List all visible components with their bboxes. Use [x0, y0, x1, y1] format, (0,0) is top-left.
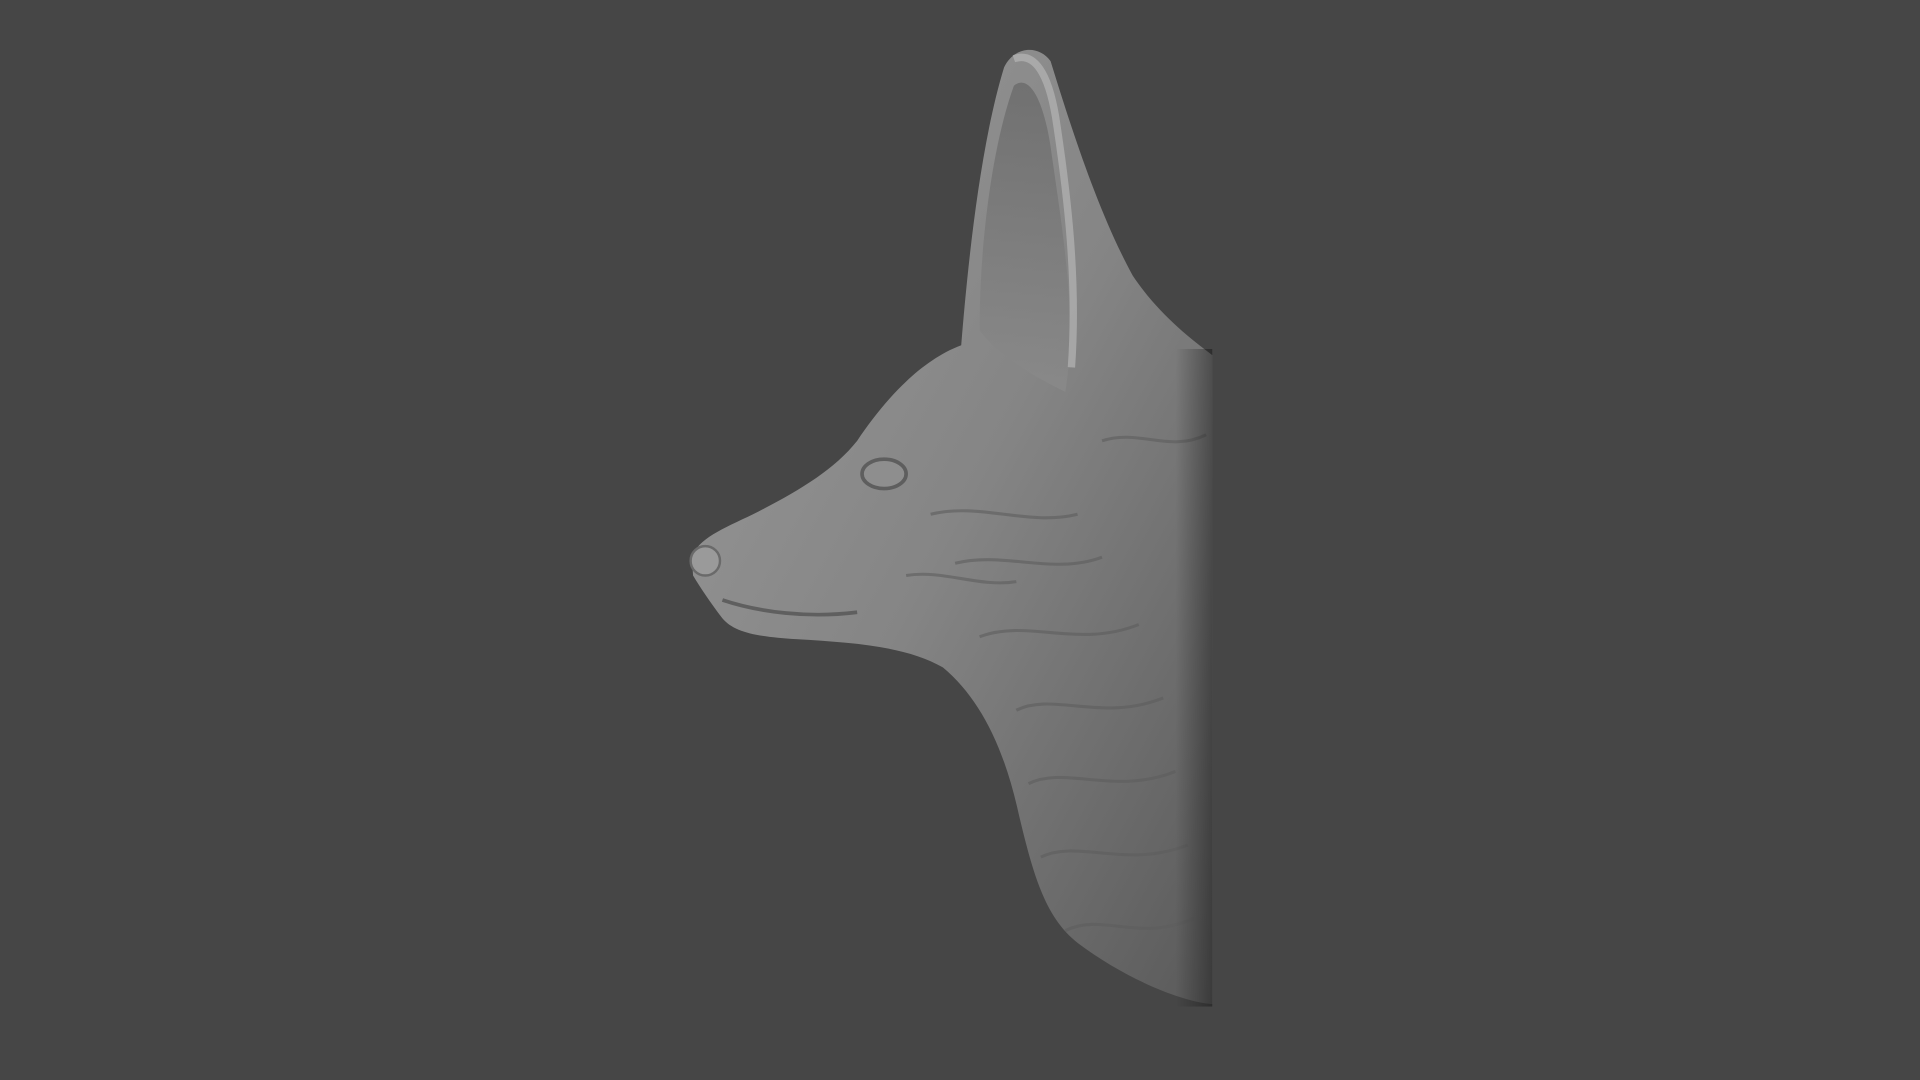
viewport[interactable] [0, 0, 1920, 1080]
sculpt-render [0, 0, 1920, 1080]
cut-edge-shadow [1175, 348, 1213, 1007]
eye [860, 457, 908, 491]
nose [689, 544, 722, 577]
